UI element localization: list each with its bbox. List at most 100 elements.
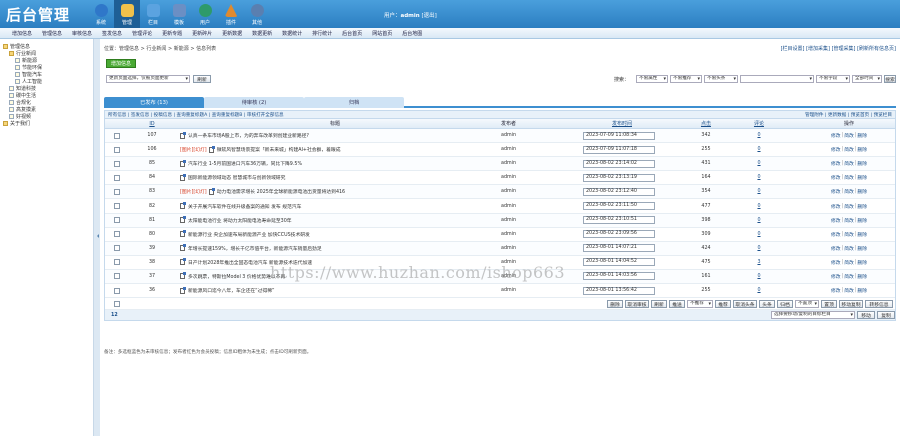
row-comments[interactable]: 0: [757, 274, 760, 279]
row-simple-edit-link[interactable]: 简改: [844, 188, 854, 195]
bulk-pin-button[interactable]: 置顶: [821, 300, 837, 309]
edit-doc-icon[interactable]: [180, 244, 186, 252]
row-delete-link[interactable]: 删除: [857, 203, 867, 210]
row-id[interactable]: 85: [149, 161, 155, 166]
row-time-field[interactable]: 2023-07-09 11:08:34: [583, 131, 655, 140]
row-simple-edit-link[interactable]: 简改: [844, 287, 854, 294]
bulk-delete-button[interactable]: 删除: [607, 300, 623, 309]
row-time-field[interactable]: 2023-08-01 13:56:42: [583, 286, 655, 295]
row-delete-link[interactable]: 删除: [857, 188, 867, 195]
row-time-field[interactable]: 2023-08-02 23:13:19: [583, 173, 655, 182]
row-edit-link[interactable]: 修改: [831, 231, 841, 238]
row-delete-link[interactable]: 删除: [857, 132, 867, 139]
topnav-other[interactable]: 其他: [244, 0, 270, 28]
subnav-admin-map[interactable]: 后台地图: [402, 30, 422, 37]
row-comments[interactable]: 0: [757, 204, 760, 209]
row-checkbox[interactable]: [114, 287, 120, 294]
row-edit-link[interactable]: 修改: [831, 259, 841, 266]
row-id[interactable]: 106: [147, 147, 156, 152]
tree-item[interactable]: 节能环保: [3, 64, 90, 71]
row-simple-edit-link[interactable]: 简改: [844, 132, 854, 139]
row-id[interactable]: 82: [149, 204, 155, 209]
row-title[interactable]: 新能源风口迄今八年，车企还在“过得稀”: [188, 287, 275, 294]
refresh-button[interactable]: 刷新: [193, 75, 211, 83]
add-info-button[interactable]: 增加信息: [106, 59, 136, 68]
info-filter-links[interactable]: 所有信息 | 签发信息 | 投稿信息 | 查询重复标题A | 查询重复标题B |…: [108, 112, 284, 118]
bulk-move-copy-button[interactable]: 移动复制: [839, 300, 863, 309]
row-time-field[interactable]: 2023-08-02 23:09:56: [583, 230, 655, 239]
edit-doc-icon[interactable]: [180, 173, 186, 181]
sort-by-views[interactable]: 点击: [701, 120, 711, 127]
row-id[interactable]: 107: [147, 133, 156, 138]
row-time-field[interactable]: 2023-08-02 23:10:51: [583, 216, 655, 225]
bulk-recommend-button[interactable]: 推荐: [715, 300, 731, 309]
row-time-field[interactable]: 2023-07-09 11:07:18: [583, 145, 655, 154]
subnav-update-data[interactable]: 更新数据: [222, 30, 242, 37]
row-delete-link[interactable]: 删除: [857, 160, 867, 167]
row-title[interactable]: 关于开展汽车软件在线升级备案的通知 发布 规范汽车: [188, 203, 301, 210]
search-button[interactable]: 搜索: [884, 75, 896, 83]
row-simple-edit-link[interactable]: 简改: [844, 259, 854, 266]
edit-doc-icon[interactable]: [180, 131, 186, 139]
row-time-field[interactable]: 2023-08-01 14:04:52: [583, 258, 655, 267]
row-delete-link[interactable]: 删除: [857, 146, 867, 153]
topnav-templates[interactable]: 模板: [166, 0, 192, 28]
row-checkbox[interactable]: [114, 231, 120, 238]
subnav-manage-comments[interactable]: 管理评论: [132, 30, 152, 37]
edit-doc-icon[interactable]: [208, 187, 215, 195]
tree-item[interactable]: 新能源: [3, 57, 90, 64]
row-checkbox[interactable]: [114, 146, 120, 153]
row-id[interactable]: 84: [149, 175, 155, 180]
sort-by-time[interactable]: 发布时间: [612, 120, 632, 127]
tree-item[interactable]: 管理信息: [3, 43, 90, 50]
edit-doc-icon[interactable]: [208, 145, 215, 153]
bulk-headline-button[interactable]: 头条: [759, 300, 775, 309]
row-title[interactable]: 微软风智慧场景提案「新未来城」构建AI+社会群，着眼成: [217, 146, 341, 153]
tree-item[interactable]: 好视频: [3, 113, 90, 120]
tab-archive[interactable]: 归档: [304, 97, 404, 108]
sort-by-comments[interactable]: 评论: [754, 120, 764, 127]
subnav-manage-info[interactable]: 管理信息: [42, 30, 62, 37]
row-delete-link[interactable]: 删除: [857, 273, 867, 280]
page-number[interactable]: 12: [111, 310, 118, 320]
row-simple-edit-link[interactable]: 简改: [844, 146, 854, 153]
row-comments[interactable]: 0: [757, 161, 760, 166]
subnav-site-home[interactable]: 网站首页: [372, 30, 392, 37]
row-comments[interactable]: 0: [757, 175, 760, 180]
row-comments[interactable]: 0: [757, 189, 760, 194]
row-simple-edit-link[interactable]: 简改: [844, 273, 854, 280]
bulk-archive-button[interactable]: 归档: [777, 300, 793, 309]
topnav-manage[interactable]: 管理: [114, 0, 140, 28]
move-target-select[interactable]: 选择要移动/复制的目标栏目: [771, 311, 855, 320]
row-comments[interactable]: 0: [757, 133, 760, 138]
row-simple-edit-link[interactable]: 简改: [844, 160, 854, 167]
edit-doc-icon[interactable]: [180, 272, 186, 280]
tree-item[interactable]: 知道科技: [3, 85, 90, 92]
row-edit-link[interactable]: 修改: [831, 217, 841, 224]
row-simple-edit-link[interactable]: 简改: [844, 231, 854, 238]
row-edit-link[interactable]: 修改: [831, 174, 841, 181]
row-edit-link[interactable]: 修改: [831, 245, 841, 252]
row-edit-link[interactable]: 修改: [831, 132, 841, 139]
bulk-unrecommend-select[interactable]: 不推荐: [687, 300, 713, 309]
row-checkbox[interactable]: [114, 188, 120, 195]
topnav-system[interactable]: 系统: [88, 0, 114, 28]
row-edit-link[interactable]: 修改: [831, 203, 841, 210]
row-title[interactable]: 新能源行业 央企加速布局新能源产业 加快CCUS技术研发: [188, 231, 310, 238]
row-checkbox[interactable]: [114, 259, 120, 266]
bulk-unpin-select[interactable]: 不置顶: [795, 300, 819, 309]
bulk-transfer-button[interactable]: 转移信息: [865, 300, 893, 309]
attribute-select[interactable]: 不限属性: [636, 75, 668, 83]
row-id[interactable]: 36: [149, 288, 155, 293]
row-checkbox[interactable]: [114, 160, 120, 167]
tree-item[interactable]: 人工智能: [3, 78, 90, 85]
edit-doc-icon[interactable]: [180, 159, 186, 167]
tab-published[interactable]: 已发布 (13): [104, 97, 204, 108]
row-title[interactable]: 国际新能源领域动态 智慧城市与创新领域研究: [188, 174, 285, 181]
subnav-sign-info[interactable]: 签发信息: [102, 30, 122, 37]
topnav-columns[interactable]: 栏目: [140, 0, 166, 28]
row-edit-link[interactable]: 修改: [831, 273, 841, 280]
tree-item[interactable]: 行业新闻: [3, 50, 90, 57]
row-id[interactable]: 37: [149, 274, 155, 279]
row-delete-link[interactable]: 删除: [857, 231, 867, 238]
